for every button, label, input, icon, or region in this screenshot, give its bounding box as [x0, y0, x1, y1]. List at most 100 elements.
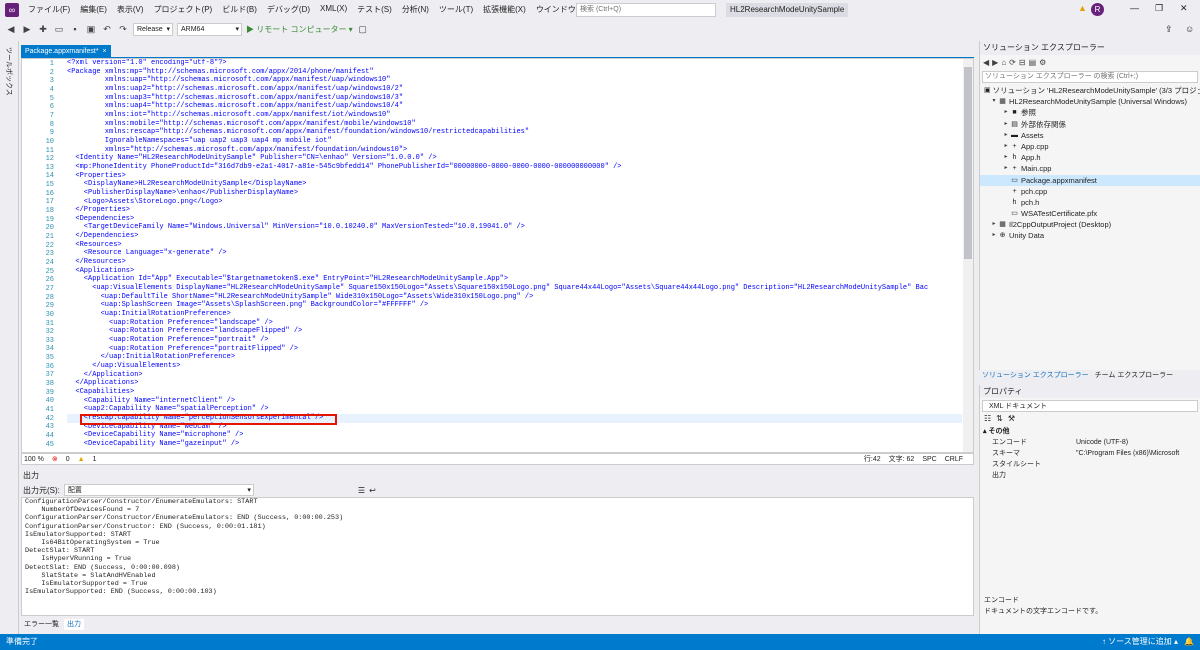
- redo-icon[interactable]: ↷: [117, 23, 129, 35]
- back-icon[interactable]: ◀: [983, 58, 989, 67]
- show-all-files-icon[interactable]: ▤: [1029, 58, 1037, 67]
- property-row[interactable]: 出力: [980, 470, 1200, 481]
- code-line[interactable]: <uap:InitialRotationPreference>: [67, 310, 962, 319]
- code-line[interactable]: <uap2:Capability Name="spatialPerception…: [67, 405, 962, 414]
- property-value[interactable]: [1076, 470, 1200, 481]
- tree-item[interactable]: ▣ ソリューション 'HL2ResearchModeUnitySample' (3…: [980, 85, 1200, 96]
- code-line[interactable]: xmlns:mobile="http://schemas.microsoft.c…: [67, 120, 962, 129]
- code-line[interactable]: <Dependencies>: [67, 215, 962, 224]
- properties-icon[interactable]: ⚙: [1039, 58, 1046, 67]
- tree-item[interactable]: ▭ WSATestCertificate.pfx: [980, 208, 1200, 219]
- categorized-icon[interactable]: ☷: [984, 414, 991, 426]
- expand-arrow-icon[interactable]: ▸: [990, 230, 998, 241]
- code-line[interactable]: <Applications>: [67, 267, 962, 276]
- code-line[interactable]: <DisplayName>HL2ResearchModeUnitySample<…: [67, 180, 962, 189]
- run-button[interactable]: ▶ リモート コンピューター ▾: [246, 24, 353, 35]
- open-icon[interactable]: ▭: [53, 23, 65, 35]
- expand-arrow-icon[interactable]: ▸: [990, 219, 998, 230]
- new-project-icon[interactable]: ✚: [37, 23, 49, 35]
- tree-item[interactable]: ▸ ▬ Assets: [980, 130, 1200, 141]
- clear-all-icon[interactable]: ☰: [358, 486, 365, 495]
- code-line[interactable]: <uap:SplashScreen Image="Assets\SplashSc…: [67, 301, 962, 310]
- code-line[interactable]: <DeviceCapability Name="gazeinput" />: [67, 440, 962, 449]
- code-line[interactable]: <Logo>Assets\StoreLogo.png</Logo>: [67, 198, 962, 207]
- code-line[interactable]: <mp:PhoneIdentity PhoneProductId="316d7d…: [67, 163, 962, 172]
- tree-item[interactable]: ▸ + Main.cpp: [980, 163, 1200, 174]
- output-text[interactable]: ConfigurationParser/Constructor/Enumerat…: [21, 497, 974, 616]
- avatar[interactable]: R: [1091, 3, 1104, 16]
- scroll-thumb[interactable]: [964, 67, 972, 259]
- back-icon[interactable]: ◀: [5, 23, 17, 35]
- error-count[interactable]: 0: [66, 456, 70, 463]
- code-line[interactable]: <Resource Language="x-generate" />: [67, 249, 962, 258]
- code-editor[interactable]: 1 2 3 4 5 6 7 8 9 10 11 12 13 14 15 16 17 18 19 20 21 22 23 24 2…: [21, 58, 974, 453]
- bottom-tab[interactable]: エラー一覧: [21, 619, 62, 630]
- menu-item[interactable]: 表示(V): [112, 4, 149, 15]
- menu-item[interactable]: ファイル(F): [23, 4, 75, 15]
- word-wrap-icon[interactable]: ↩: [369, 486, 376, 495]
- expand-arrow-icon[interactable]: ▸: [1002, 141, 1010, 152]
- code-line[interactable]: </uap:VisualElements>: [67, 362, 962, 371]
- property-value[interactable]: [1076, 459, 1200, 470]
- config-select[interactable]: Release: [133, 22, 173, 36]
- code-line[interactable]: </Application>: [67, 371, 962, 380]
- forward-icon[interactable]: ▶: [21, 23, 33, 35]
- tree-item[interactable]: h pch.h: [980, 197, 1200, 208]
- toolbox-strip[interactable]: ツールボックス: [0, 41, 19, 634]
- menu-item[interactable]: ビルド(B): [217, 4, 262, 15]
- property-value[interactable]: "C:\Program Files (x86)\Microsoft: [1076, 448, 1200, 459]
- code-line[interactable]: <?xml version="1.0" encoding="utf-8"?>: [67, 59, 962, 68]
- menu-item[interactable]: 分析(N): [397, 4, 434, 15]
- home-icon[interactable]: ⌂: [1001, 58, 1006, 67]
- feedback-icon[interactable]: ☺: [1185, 24, 1194, 34]
- output-source-select[interactable]: 配置: [63, 484, 254, 496]
- tree-item[interactable]: ▸ ⊕ Unity Data: [980, 230, 1200, 241]
- code-line[interactable]: xmlns:iot="http://schemas.microsoft.com/…: [67, 111, 962, 120]
- menu-item[interactable]: 編集(E): [75, 4, 112, 15]
- menu-item[interactable]: テスト(S): [352, 4, 397, 15]
- explorer-tab[interactable]: チーム エクスプローラー: [1095, 370, 1174, 382]
- alphabetical-icon[interactable]: ⇅: [996, 414, 1003, 426]
- sync-icon[interactable]: ⟳: [1009, 58, 1016, 67]
- tree-item[interactable]: ▸ h App.h: [980, 152, 1200, 163]
- expand-arrow-icon[interactable]: ▸: [1002, 130, 1010, 141]
- code-line[interactable]: <uap:VisualElements DisplayName="HL2Rese…: [67, 284, 962, 293]
- code-line[interactable]: <Package xmlns:mp="http://schemas.micros…: [67, 68, 962, 77]
- tree-item[interactable]: + pch.cpp: [980, 186, 1200, 197]
- expand-arrow-icon[interactable]: ▸: [1002, 152, 1010, 163]
- tree-item[interactable]: ▸ ■ 参照: [980, 107, 1200, 118]
- code-line[interactable]: <Capabilities>: [67, 388, 962, 397]
- code-line[interactable]: xmlns:rescap="http://schemas.microsoft.c…: [67, 128, 962, 137]
- property-pages-icon[interactable]: ⚒: [1008, 414, 1015, 426]
- forward-icon[interactable]: ▶: [992, 58, 998, 67]
- property-row[interactable]: エンコード Unicode (UTF-8): [980, 437, 1200, 448]
- editor-vertical-scrollbar[interactable]: [963, 59, 973, 452]
- notification-icon[interactable]: ▲: [1078, 3, 1087, 13]
- code-line[interactable]: </Properties>: [67, 206, 962, 215]
- screenshot-icon[interactable]: ▢: [357, 23, 369, 35]
- notifications-bell-icon[interactable]: 🔔: [1184, 634, 1194, 650]
- code-line[interactable]: </uap:InitialRotationPreference>: [67, 353, 962, 362]
- code-line[interactable]: IgnorableNamespaces="uap uap2 uap3 uap4 …: [67, 137, 962, 146]
- code-line[interactable]: <uap:Rotation Preference="portrait" />: [67, 336, 962, 345]
- property-row[interactable]: スキーマ "C:\Program Files (x86)\Microsoft: [980, 448, 1200, 459]
- code-line[interactable]: <PublisherDisplayName>\enhao</PublisherD…: [67, 189, 962, 198]
- tree-item[interactable]: ▸ + App.cpp: [980, 141, 1200, 152]
- add-to-source-control-button[interactable]: ↑ ソース管理に追加 ▴: [1102, 634, 1178, 650]
- search-input[interactable]: 検索 (Ctrl+Q): [576, 3, 716, 17]
- zoom-level[interactable]: 100 %: [24, 456, 44, 463]
- save-all-icon[interactable]: ▣: [85, 23, 97, 35]
- code-line[interactable]: </Resources>: [67, 258, 962, 267]
- warning-count[interactable]: 1: [93, 456, 97, 463]
- tree-item[interactable]: ▭ Package.appxmanifest: [980, 174, 1200, 186]
- expand-arrow-icon[interactable]: ▸: [1002, 163, 1010, 174]
- save-icon[interactable]: ▪: [69, 23, 81, 35]
- code-line[interactable]: <Identity Name="HL2ResearchModeUnitySamp…: [67, 154, 962, 163]
- code-area[interactable]: <?xml version="1.0" encoding="utf-8"?> <P…: [67, 59, 962, 452]
- code-line[interactable]: <uap:Rotation Preference="portraitFlippe…: [67, 345, 962, 354]
- tree-item[interactable]: ▸ ▤ 外部依存関係: [980, 119, 1200, 130]
- code-line[interactable]: <uap:Rotation Preference="landscapeFlipp…: [67, 327, 962, 336]
- menu-item[interactable]: デバッグ(D): [262, 4, 315, 15]
- code-line[interactable]: <Capability Name="internetClient" />: [67, 397, 962, 406]
- expand-arrow-icon[interactable]: ▸: [1002, 119, 1010, 130]
